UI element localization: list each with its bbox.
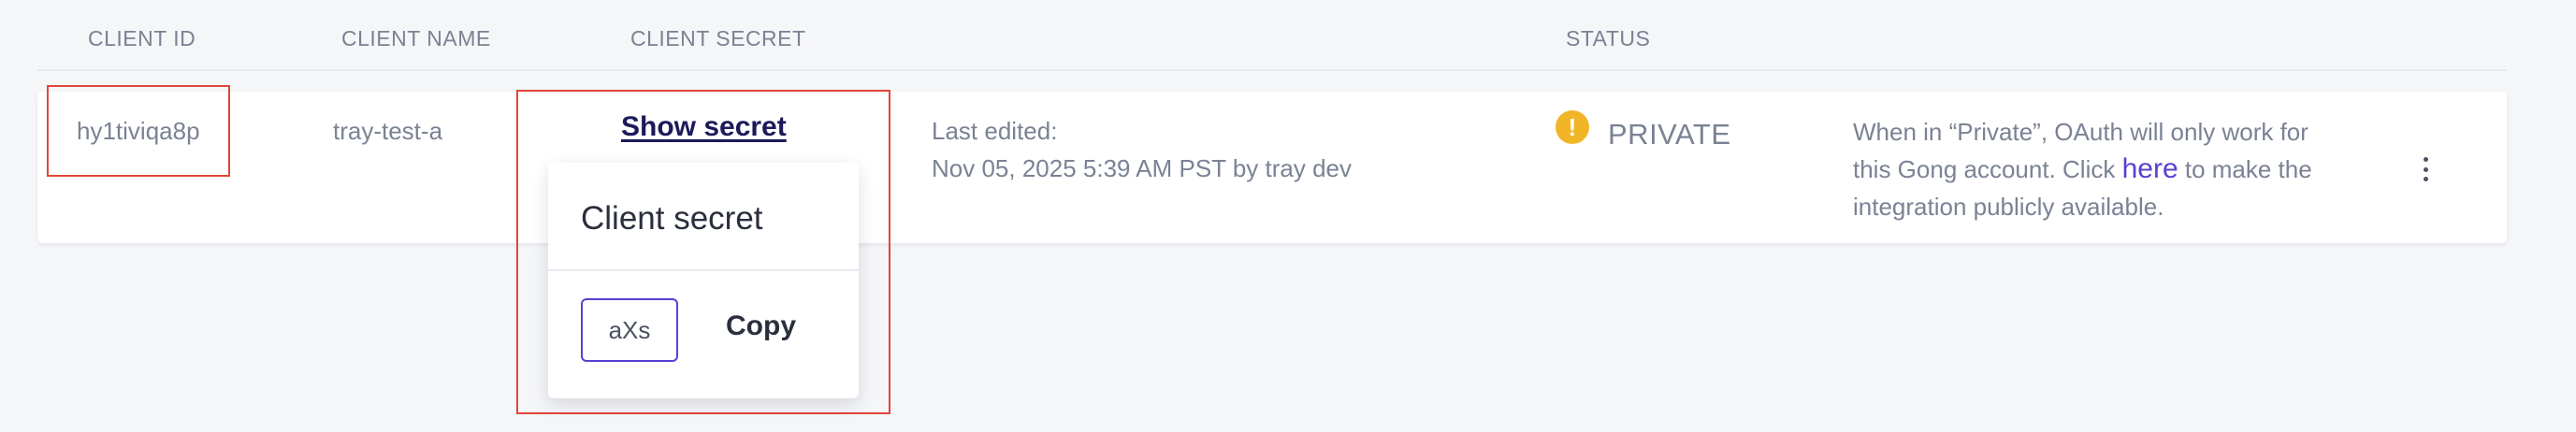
popover-title: Client secret <box>581 200 763 237</box>
header-client-id: CLIENT ID <box>88 26 196 50</box>
status-badge: PRIVATE <box>1608 118 1731 151</box>
client-secret-field[interactable]: aXs <box>581 298 678 362</box>
header-client-secret: CLIENT SECRET <box>630 26 806 50</box>
last-edited-value: Nov 05, 2025 5:39 AM PST by tray dev <box>932 154 1352 182</box>
header-status: STATUS <box>1566 26 1651 50</box>
status-description: When in “Private”, OAuth will only work … <box>1853 113 2339 225</box>
table-header: CLIENT ID CLIENT NAME CLIENT SECRET STAT… <box>37 0 2507 71</box>
warning-icon: ! <box>1556 110 1589 144</box>
more-options-icon[interactable] <box>2421 157 2430 181</box>
make-public-link[interactable]: here <box>2122 153 2178 184</box>
header-client-name: CLIENT NAME <box>341 26 491 50</box>
client-secret-popover: Client secret aXs Copy <box>548 163 859 398</box>
kebab-dot <box>2423 166 2428 172</box>
kebab-dot <box>2423 177 2428 181</box>
last-edited-label: Last edited: <box>932 117 1058 145</box>
client-id-value: hy1tiviqa8p <box>77 117 200 145</box>
copy-button[interactable]: Copy <box>726 310 796 342</box>
oauth-clients-page: CLIENT ID CLIENT NAME CLIENT SECRET STAT… <box>0 0 2576 432</box>
show-secret-link[interactable]: Show secret <box>621 111 787 143</box>
popover-divider <box>548 269 859 271</box>
kebab-dot <box>2423 157 2428 162</box>
client-name-value: tray-test-a <box>333 117 443 145</box>
